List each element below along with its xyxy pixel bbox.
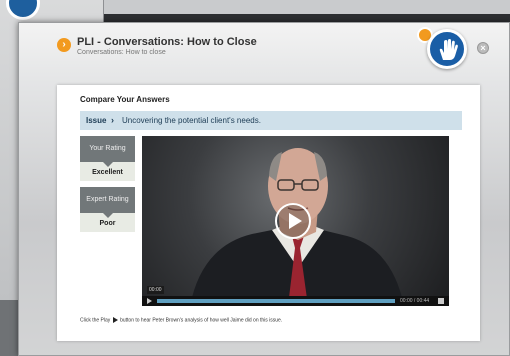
window-title: PLI - Conversations: How to Close	[77, 36, 257, 48]
volume-icon[interactable]	[438, 298, 444, 304]
video-player[interactable]: 00:00 00:00 / 00:44	[142, 136, 449, 306]
expert-rating-label: Expert Rating	[80, 187, 135, 218]
close-icon[interactable]: ×	[477, 42, 489, 54]
hand-icon[interactable]	[427, 29, 467, 69]
instructions-before: Click the Play	[80, 317, 111, 324]
instructions-text: Click the Play button to hear Peter Brow…	[80, 317, 282, 323]
video-time-start: 00:00	[147, 286, 164, 294]
video-time-total: 00:00 / 00:44	[400, 298, 430, 304]
instructions-after: button to hear Peter Brown's analysis of…	[120, 317, 283, 324]
background-strip	[104, 0, 510, 14]
chevron-right-icon[interactable]: ›	[57, 38, 71, 52]
expert-rating: Expert Rating Poor	[80, 187, 135, 232]
your-rating: Your Rating Excellent	[80, 136, 135, 181]
content-card: Compare Your Answers Issue › Uncovering …	[57, 85, 480, 341]
window-subtitle: Conversations: How to close	[77, 49, 166, 56]
card-title: Compare Your Answers	[80, 95, 170, 104]
video-controls: 00:00 / 00:44	[142, 296, 449, 306]
inline-play-icon	[112, 317, 118, 323]
issue-text: Uncovering the potential client's needs.	[122, 116, 261, 125]
video-progress-bar[interactable]	[157, 299, 395, 303]
issue-bar: Issue › Uncovering the potential client'…	[80, 111, 462, 130]
your-rating-label: Your Rating	[80, 136, 135, 167]
control-play-icon[interactable]	[147, 298, 152, 304]
issue-arrow-icon: ›	[111, 115, 114, 125]
issue-label: Issue	[86, 116, 107, 125]
course-dialog: › PLI - Conversations: How to Close Conv…	[18, 22, 510, 356]
play-icon[interactable]	[275, 203, 311, 239]
background-logo-icon	[6, 0, 40, 20]
title-bar: › PLI - Conversations: How to Close Conv…	[19, 23, 509, 69]
